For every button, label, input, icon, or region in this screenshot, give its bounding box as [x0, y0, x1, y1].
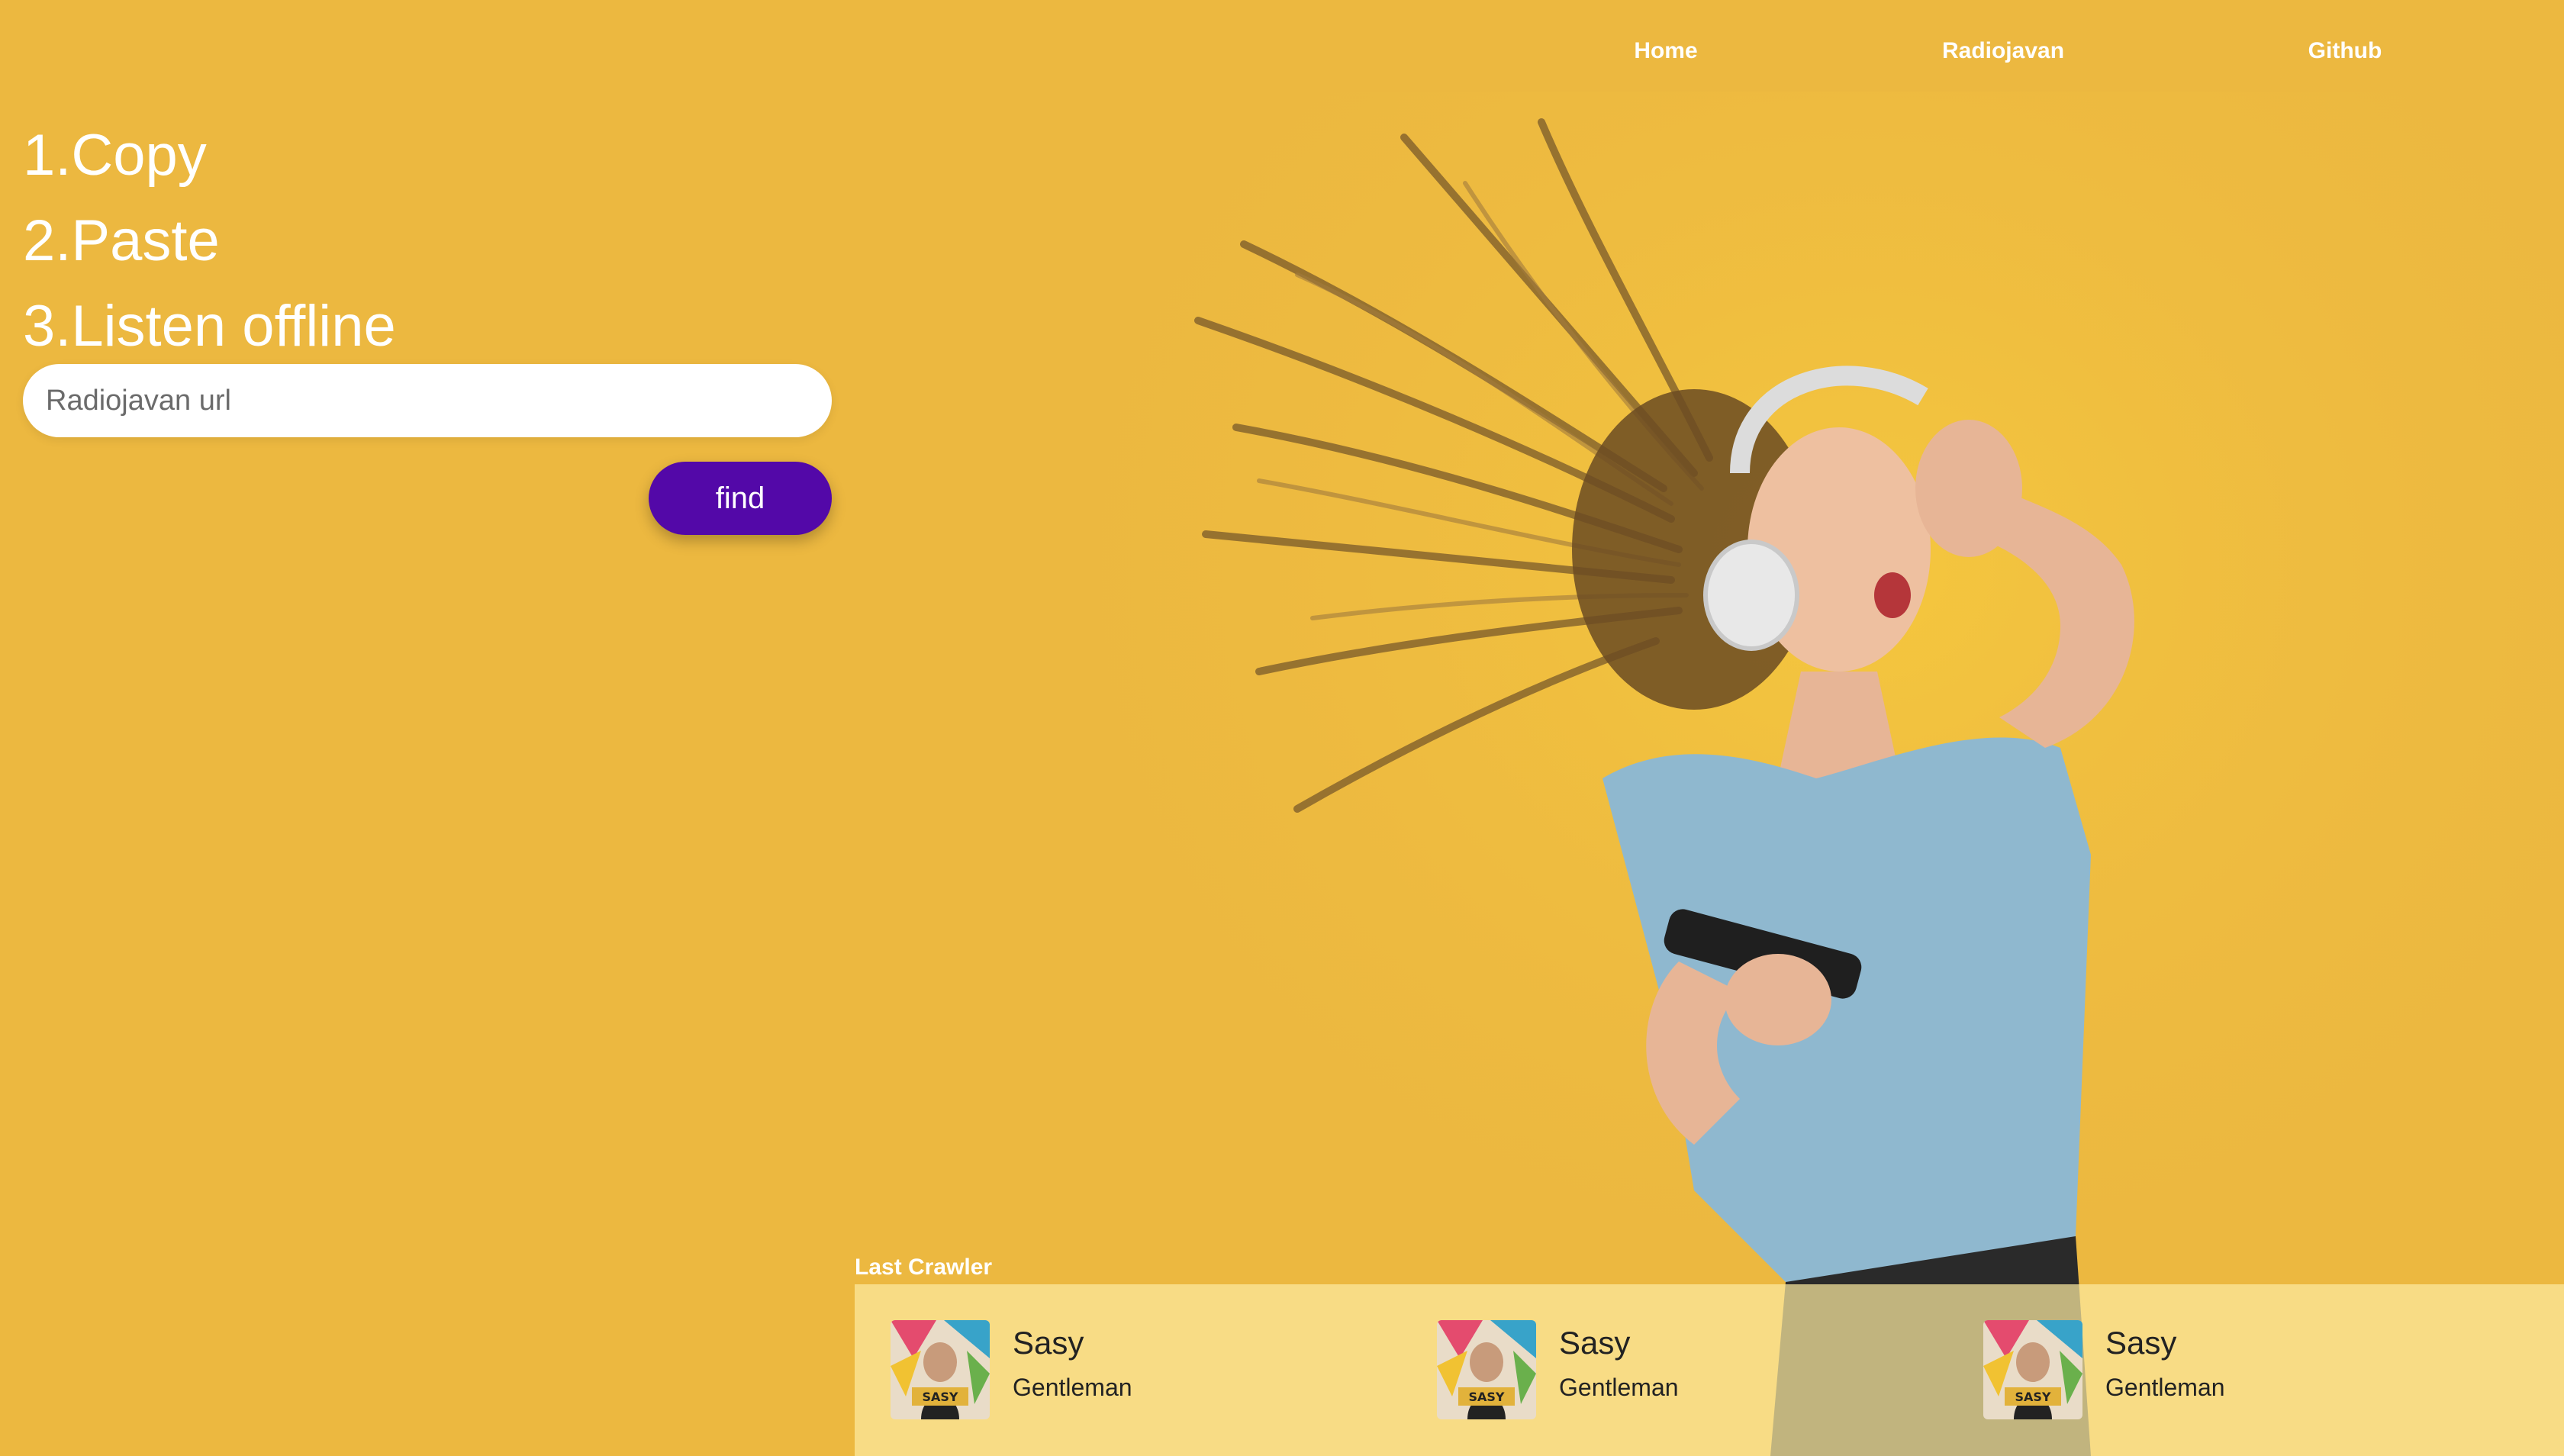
- track-artist: Sasy: [1013, 1325, 1084, 1361]
- radiojavan-url-input[interactable]: [23, 364, 832, 437]
- page: Home Radiojavan Github 1.Copy 2.Paste 3.…: [0, 0, 2564, 1456]
- nav-github-link[interactable]: Github: [2308, 38, 2382, 64]
- album-cover-icon: SASY: [1983, 1320, 2082, 1419]
- hero-photo: [1007, 92, 2564, 1456]
- svg-text:SASY: SASY: [922, 1390, 958, 1404]
- track-title: Gentleman: [1013, 1374, 1132, 1401]
- last-crawler-title: Last Crawler: [855, 1255, 993, 1280]
- svg-text:SASY: SASY: [1468, 1390, 1504, 1404]
- steps-list: 1.Copy 2.Paste 3.Listen offline: [23, 113, 396, 369]
- album-cover-icon: SASY: [1437, 1320, 1536, 1419]
- track-card[interactable]: SASY Sasy Gentleman: [1983, 1320, 2441, 1419]
- album-cover-icon: SASY: [891, 1320, 990, 1419]
- step-paste: 2.Paste: [23, 208, 220, 273]
- step-listen-offline: 3.Listen offline: [23, 294, 396, 359]
- track-artist: Sasy: [2105, 1325, 2177, 1361]
- nav-radiojavan-link[interactable]: Radiojavan: [1942, 38, 2064, 64]
- track-title: Gentleman: [2105, 1374, 2225, 1401]
- nav-home-link[interactable]: Home: [1634, 38, 1697, 64]
- find-button[interactable]: find: [649, 462, 832, 535]
- track-card[interactable]: SASY Sasy Gentleman: [891, 1320, 1348, 1419]
- top-nav: Home Radiojavan Github: [0, 38, 2564, 76]
- svg-text:SASY: SASY: [2015, 1390, 2050, 1404]
- step-copy: 1.Copy: [23, 123, 207, 188]
- track-title: Gentleman: [1559, 1374, 1679, 1401]
- last-crawler-panel: SASY Sasy Gentleman SASY Sasy Gentleman …: [855, 1284, 2564, 1456]
- track-artist: Sasy: [1559, 1325, 1631, 1361]
- track-card[interactable]: SASY Sasy Gentleman: [1437, 1320, 1895, 1419]
